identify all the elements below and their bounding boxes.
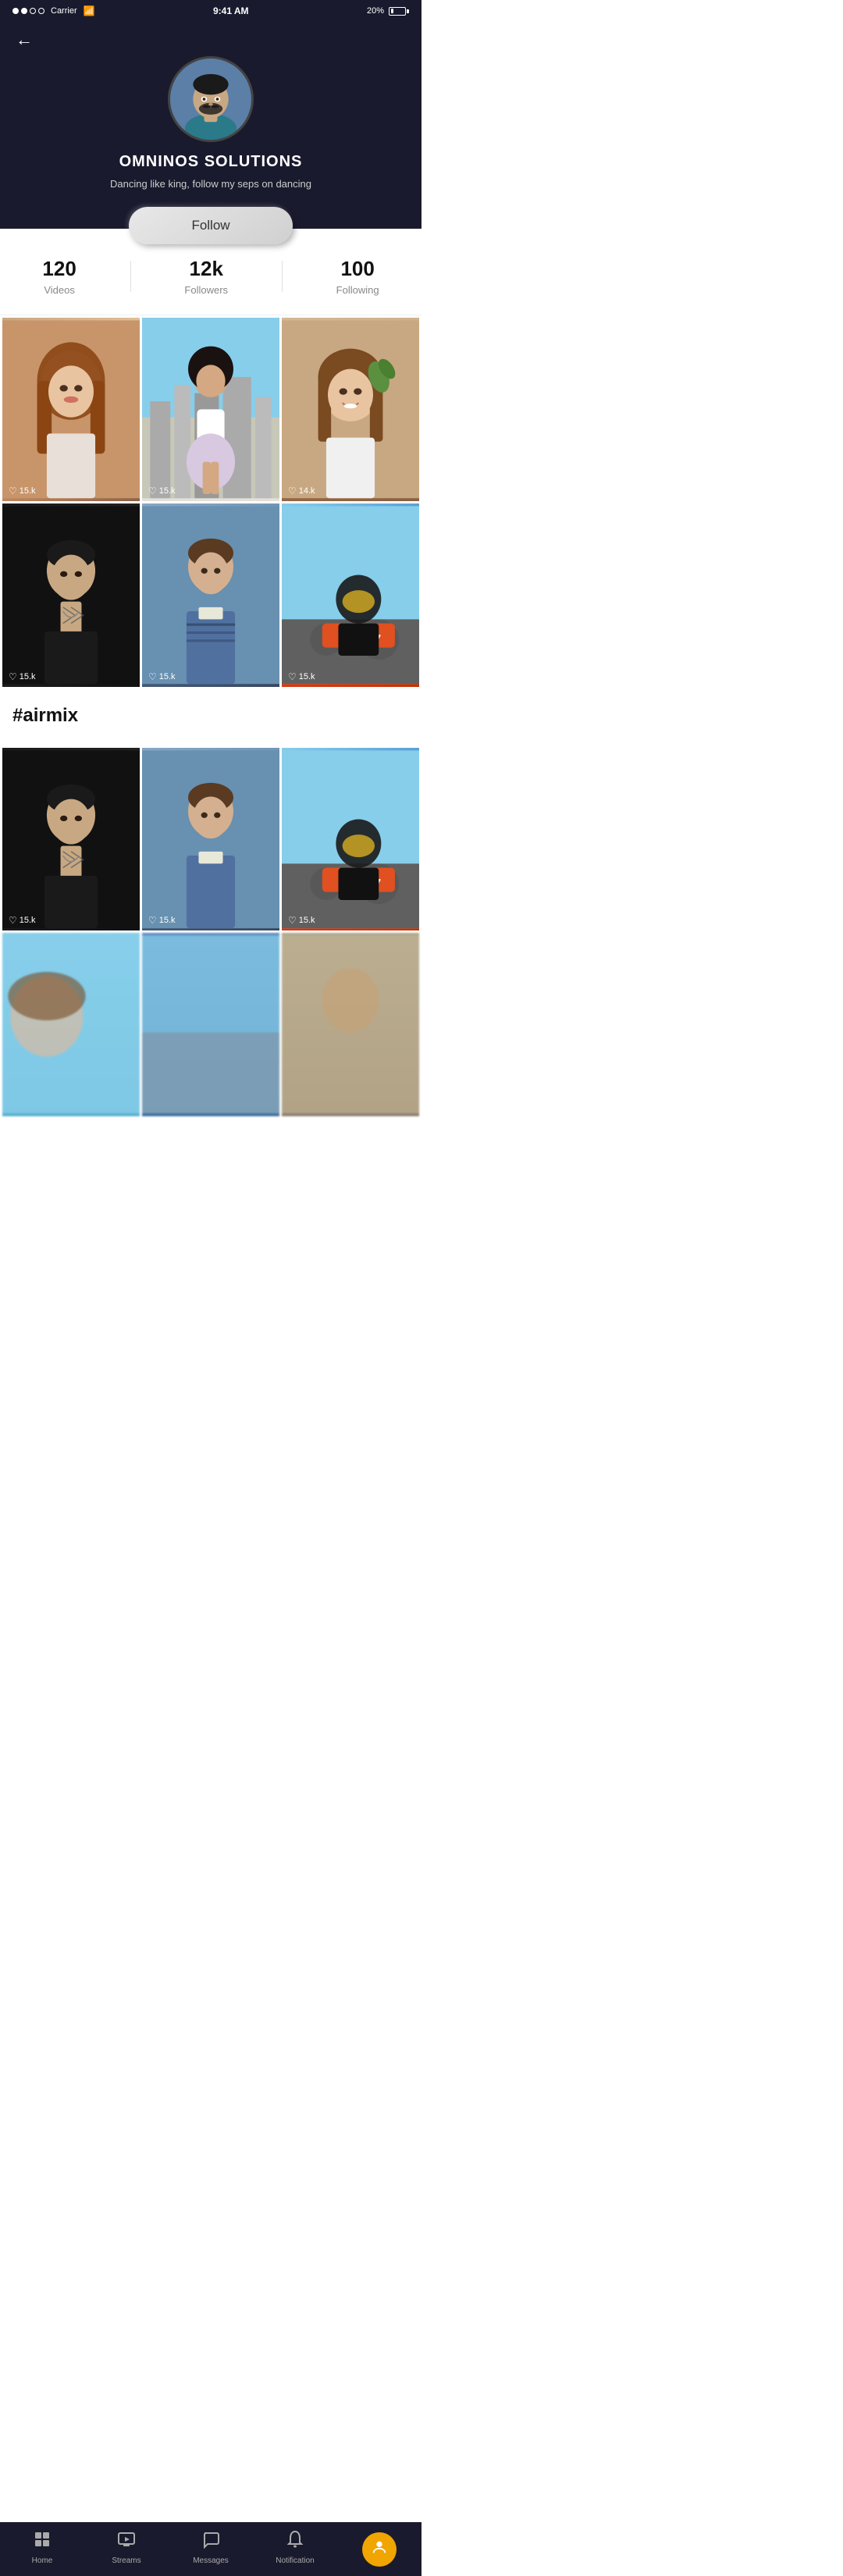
heart-icon: ♡ [9, 486, 17, 496]
stat-following: 100 Following [336, 257, 379, 296]
heart-icon: ♡ [9, 915, 17, 926]
stat-followers: 12k Followers [184, 257, 228, 296]
video-thumb-3[interactable]: ♡ 14.k [282, 318, 419, 501]
video-like-5: ♡ 15.k [148, 671, 176, 682]
hashtag-title: #airmix [12, 705, 409, 727]
followers-label: Followers [184, 284, 228, 296]
home-label: Home [32, 2556, 53, 2565]
video-like-3: ♡ 14.k [288, 486, 315, 496]
notification-label: Notification [276, 2556, 314, 2565]
video-thumb-5[interactable]: ♡ 15.k [142, 503, 279, 687]
video-thumb-4[interactable]: ♡ 15.k [2, 503, 140, 687]
stat-divider-2 [282, 261, 283, 292]
battery-icon [389, 7, 409, 16]
messages-icon [201, 2530, 220, 2553]
dot-2 [21, 8, 27, 14]
following-count: 100 [340, 257, 374, 281]
stat-divider-1 [130, 261, 131, 292]
streams-label: Streams [112, 2556, 140, 2565]
messages-label: Messages [193, 2556, 229, 2565]
like-count: 15.k [20, 672, 36, 681]
hashtag-like-1: ♡ 15.k [9, 915, 36, 926]
like-count: 15.k [20, 916, 36, 925]
battery-percent: 20% [367, 6, 384, 16]
videos-count: 120 [42, 257, 76, 281]
follow-btn-wrapper: Follow [129, 207, 292, 244]
hashtag-thumb-2[interactable]: ♡ 15.k [142, 748, 279, 931]
video-thumb-2[interactable]: ♡ 15.k [142, 318, 279, 501]
video-like-1: ♡ 15.k [9, 486, 36, 496]
like-count: 15.k [299, 916, 315, 925]
like-count: 15.k [159, 486, 176, 496]
nav-home[interactable]: Home [0, 2530, 84, 2565]
profile-header: ← [0, 22, 422, 229]
followers-count: 12k [190, 257, 223, 281]
streams-icon [117, 2530, 136, 2553]
hashtag-thumb-4[interactable] [2, 933, 140, 1116]
back-button[interactable]: ← [16, 30, 33, 50]
like-count: 14.k [299, 486, 315, 496]
profile-icon [371, 2539, 388, 2560]
hashtag-thumb-1[interactable]: ♡ 15.k [2, 748, 140, 931]
stat-videos: 120 Videos [42, 257, 76, 296]
heart-icon: ♡ [288, 671, 297, 682]
heart-icon: ♡ [148, 915, 157, 926]
home-icon [33, 2530, 52, 2553]
hashtag-section: #airmix [0, 689, 422, 745]
dot-3 [30, 8, 36, 14]
dot-1 [12, 8, 19, 14]
video-like-4: ♡ 15.k [9, 671, 36, 682]
status-left: Carrier 📶 [12, 5, 95, 16]
like-count: 15.k [20, 486, 36, 496]
signal-dots [12, 8, 44, 14]
like-count: 15.k [159, 916, 176, 925]
video-like-2: ♡ 15.k [148, 486, 176, 496]
hashtag-thumb-5[interactable] [142, 933, 279, 1116]
carrier-text: Carrier [51, 6, 77, 16]
heart-icon: ♡ [148, 486, 157, 496]
video-thumb-6[interactable]: 97 ♡ 15.k [282, 503, 419, 687]
heart-icon: ♡ [288, 486, 297, 496]
profile-bio: Dancing like king, follow my seps on dan… [110, 177, 311, 191]
like-count: 15.k [299, 672, 315, 681]
video-like-6: ♡ 15.k [288, 671, 315, 682]
hashtag-video-grid: ♡ 15.k ♡ 15.k [0, 745, 422, 1119]
avatar [168, 56, 254, 142]
videos-label: Videos [44, 284, 75, 296]
heart-icon: ♡ [148, 671, 157, 682]
following-label: Following [336, 284, 379, 296]
status-right: 20% [367, 6, 409, 16]
avatar-image [170, 59, 251, 140]
profile-name: OMNINOS SOLUTIONS [119, 153, 303, 171]
nav-streams[interactable]: Streams [84, 2530, 169, 2565]
nav-notification[interactable]: Notification [253, 2530, 337, 2565]
like-count: 15.k [159, 672, 176, 681]
notification-icon [286, 2530, 304, 2553]
bottom-nav: Home Streams Messages Notification [0, 2522, 422, 2576]
wifi-icon: 📶 [84, 5, 95, 16]
status-bar: Carrier 📶 9:41 AM 20% [0, 0, 422, 22]
heart-icon: ♡ [288, 915, 297, 926]
video-grid: ♡ 15.k [0, 315, 422, 688]
status-time: 9:41 AM [213, 5, 249, 16]
nav-profile[interactable] [337, 2532, 422, 2564]
follow-button[interactable]: Follow [129, 207, 292, 244]
hashtag-thumb-6[interactable] [282, 933, 419, 1116]
heart-icon: ♡ [9, 671, 17, 682]
hashtag-like-3: ♡ 15.k [288, 915, 315, 926]
video-thumb-1[interactable]: ♡ 15.k [2, 318, 140, 501]
nav-messages[interactable]: Messages [169, 2530, 253, 2565]
hashtag-like-2: ♡ 15.k [148, 915, 176, 926]
profile-circle [362, 2532, 397, 2567]
dot-4 [38, 8, 44, 14]
hashtag-thumb-3[interactable]: 97 ♡ 15.k [282, 748, 419, 931]
